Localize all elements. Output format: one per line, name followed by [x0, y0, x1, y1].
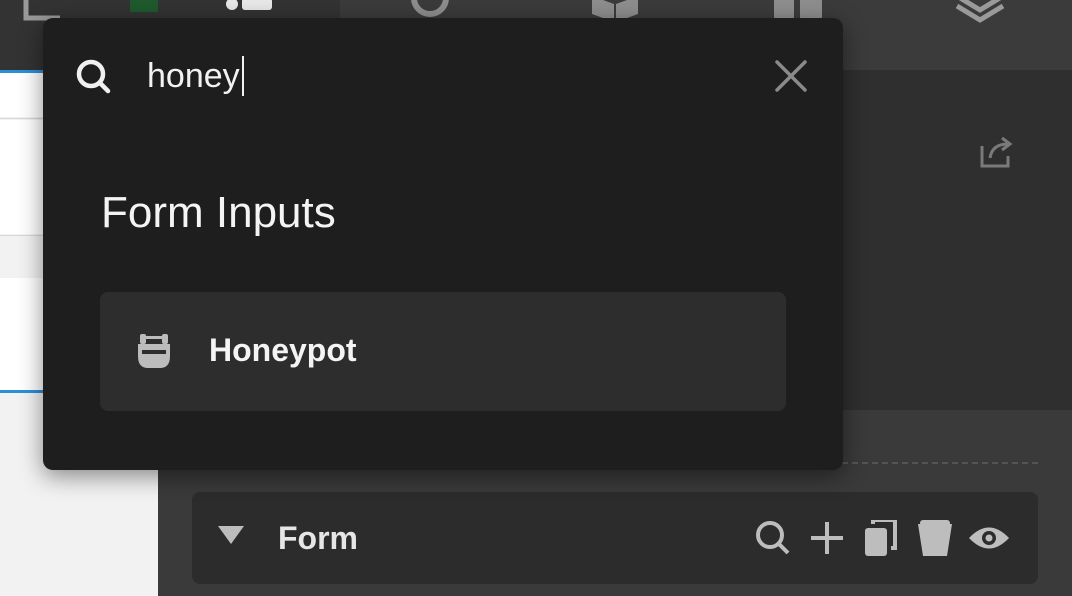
template-icon[interactable]	[774, 0, 822, 20]
results-category-heading: Form Inputs	[101, 188, 336, 237]
plus-icon[interactable]	[806, 516, 848, 560]
color-swatch-icon[interactable]	[130, 0, 158, 12]
trash-icon[interactable]	[914, 516, 956, 560]
search-result-label: Honeypot	[209, 332, 357, 368]
form-label: Form	[278, 520, 358, 556]
honeypot-icon	[134, 332, 174, 372]
form-actions	[752, 516, 1010, 560]
share-icon[interactable]	[978, 134, 1014, 170]
text-caret	[242, 56, 244, 96]
collapse-triangle-icon[interactable]	[218, 526, 244, 544]
close-icon[interactable]	[771, 56, 811, 96]
panel-header	[842, 70, 1072, 410]
duplicate-icon[interactable]	[860, 516, 902, 560]
search-icon	[75, 58, 113, 96]
list-icon[interactable]	[224, 0, 274, 18]
search-result-item[interactable]: Honeypot	[100, 292, 786, 411]
widget-search-popup: Form Inputs Honeypot	[43, 18, 843, 470]
navigator-form-row[interactable]: Form	[192, 492, 1038, 584]
drop-zone-divider	[842, 462, 1038, 464]
search-icon[interactable]	[406, 0, 454, 20]
search-input[interactable]	[147, 52, 747, 100]
layers-icon[interactable]	[955, 0, 1005, 30]
eye-icon[interactable]	[968, 516, 1010, 560]
search-icon[interactable]	[752, 516, 794, 560]
